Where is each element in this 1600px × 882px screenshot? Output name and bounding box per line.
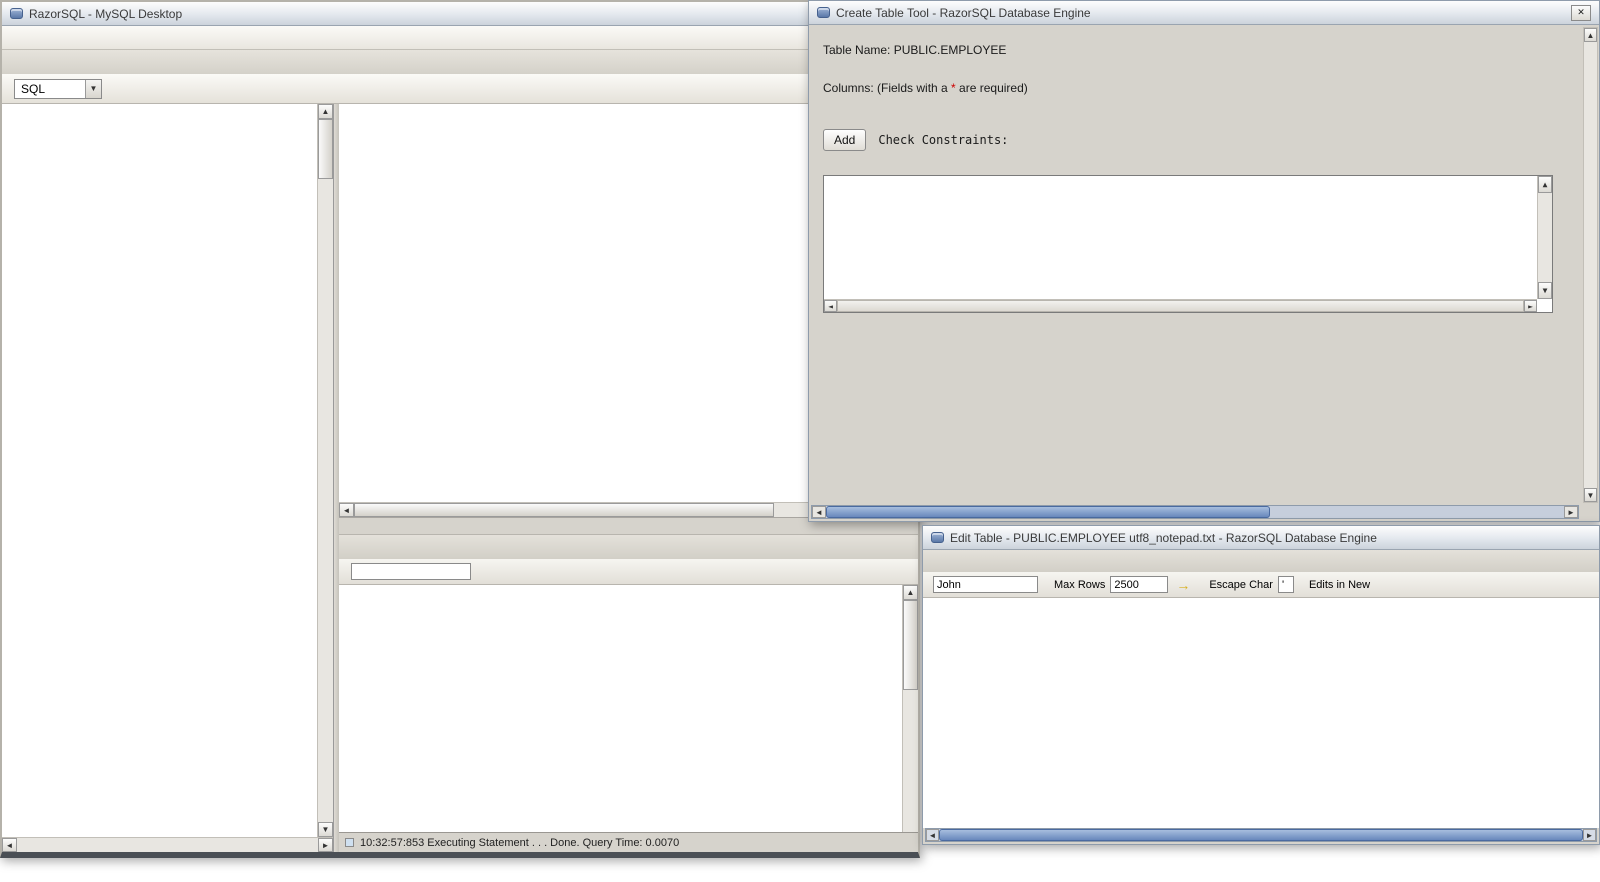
table-name-label: Table Name: PUBLIC.EMPLOYEE [823, 43, 1007, 57]
app-icon [10, 8, 23, 19]
database-tree[interactable] [2, 104, 317, 837]
main-window-title: RazorSQL - MySQL Desktop [29, 6, 183, 21]
scrollbar-thumb[interactable] [318, 119, 333, 179]
tree-vertical-scrollbar[interactable]: ▲ ▼ [317, 104, 333, 837]
escape-char-input[interactable] [1277, 576, 1294, 593]
scroll-left-icon[interactable]: ◄ [2, 838, 17, 852]
columns-required-label: Columns: (Fields with a * are required) [823, 81, 1028, 95]
scroll-left-icon[interactable]: ◄ [824, 300, 837, 312]
query-status-bar: 10:32:57:853 Executing Statement . . . D… [339, 832, 918, 852]
go-icon[interactable]: → [1173, 575, 1193, 595]
scrollbar-thumb[interactable] [903, 600, 918, 690]
scroll-right-icon[interactable]: ► [1524, 300, 1537, 312]
create-window-title: Create Table Tool - RazorSQL Database En… [836, 5, 1091, 20]
create-table-window: Create Table Tool - RazorSQL Database En… [808, 0, 1600, 522]
scroll-left-icon[interactable]: ◄ [812, 506, 826, 518]
edit-horizontal-scrollbar[interactable]: ◄ ► [925, 828, 1597, 842]
max-rows-input[interactable] [1110, 576, 1169, 593]
query-status-message: 10:32:57:853 Executing Statement . . . D… [360, 836, 680, 849]
scrollbar-thumb[interactable] [826, 506, 1271, 518]
chevron-down-icon[interactable]: ▼ [85, 79, 101, 98]
scroll-left-icon[interactable]: ◄ [926, 829, 939, 841]
app-icon [931, 532, 944, 543]
sql-type-selector[interactable]: SQL ▼ [14, 78, 102, 99]
escape-char-label: Escape Char [1209, 578, 1273, 591]
window-vertical-scrollbar[interactable]: ▲ ▼ [1583, 27, 1598, 503]
close-icon[interactable]: ✕ [1571, 4, 1591, 21]
main-toolbar: SQL ▼ [2, 74, 918, 104]
scroll-up-icon[interactable]: ▲ [1584, 28, 1597, 42]
edit-data-grid[interactable] [923, 598, 1599, 828]
edit-title-bar[interactable]: Edit Table - PUBLIC.EMPLOYEE utf8_notepa… [923, 526, 1599, 550]
results-toolbar [339, 559, 918, 585]
sql-type-value: SQL [21, 81, 46, 96]
max-rows-label: Max Rows [1054, 578, 1106, 591]
results-vertical-scrollbar[interactable]: ▲ [902, 585, 918, 832]
scroll-right-icon[interactable]: ► [1564, 506, 1578, 518]
app-icon [817, 7, 830, 18]
scroll-down-icon[interactable]: ▼ [318, 822, 333, 837]
window-horizontal-scrollbar[interactable]: ◄ ► [811, 505, 1579, 519]
edit-toolbar: Max Rows → Escape Char Edits in New [923, 572, 1599, 598]
tree-horizontal-scrollbar[interactable]: ◄ ► [2, 837, 333, 852]
results-search-input[interactable] [351, 563, 471, 580]
scroll-right-icon[interactable]: ► [318, 838, 333, 852]
status-icon [345, 838, 354, 847]
results-tabs [339, 535, 918, 559]
scroll-up-icon[interactable]: ▲ [318, 104, 333, 119]
database-tree-panel: ▲ ▼ ◄ ► [2, 104, 334, 852]
scroll-left-icon[interactable]: ◄ [339, 503, 354, 517]
check-constraints-label: Check Constraints: [878, 133, 1009, 147]
scroll-up-icon[interactable]: ▲ [1538, 176, 1552, 193]
generated-sql-box[interactable]: ▲ ▼ ◄ ► [823, 175, 1553, 313]
scroll-down-icon[interactable]: ▼ [1584, 488, 1597, 502]
scroll-right-icon[interactable]: ► [1583, 829, 1596, 841]
scrollbar-thumb[interactable] [354, 503, 774, 517]
edit-table-window: Edit Table - PUBLIC.EMPLOYEE utf8_notepa… [922, 525, 1600, 845]
create-title-bar[interactable]: Create Table Tool - RazorSQL Database En… [809, 1, 1599, 25]
main-window: RazorSQL - MySQL Desktop SQL ▼ ▲ ▼ ◄ ► ◄… [0, 0, 920, 858]
scrollbar-thumb[interactable] [939, 829, 1583, 841]
results-table[interactable] [339, 585, 902, 832]
search-input[interactable] [933, 576, 1038, 593]
sql-horizontal-scrollbar[interactable]: ◄ ► [824, 299, 1537, 312]
connection-tabs [2, 50, 918, 74]
sql-vertical-scrollbar[interactable]: ▲ ▼ [1537, 176, 1552, 299]
edits-in-new-label: Edits in New [1308, 578, 1371, 591]
edit-window-title: Edit Table - PUBLIC.EMPLOYEE utf8_notepa… [950, 530, 1377, 545]
add-column-button[interactable]: Add [823, 129, 867, 151]
scroll-up-icon[interactable]: ▲ [903, 585, 918, 600]
menu-bar [2, 26, 918, 50]
main-title-bar[interactable]: RazorSQL - MySQL Desktop [2, 2, 918, 26]
scroll-down-icon[interactable]: ▼ [1538, 282, 1552, 299]
edit-tabs [923, 550, 1599, 572]
